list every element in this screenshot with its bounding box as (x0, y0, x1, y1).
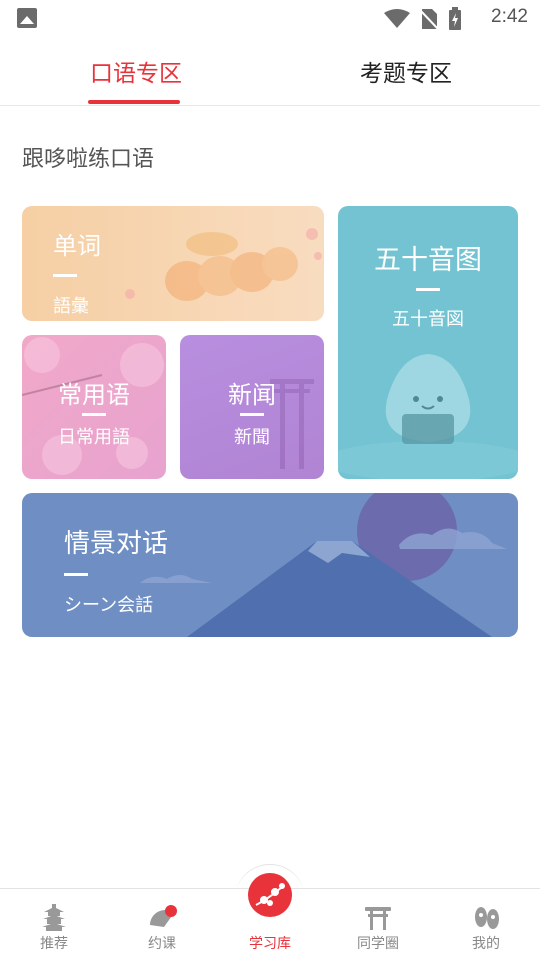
news-divider (240, 413, 264, 416)
news-card[interactable]: 新闻 新聞 (180, 335, 324, 479)
nav-label-mine: 我的 (472, 936, 500, 952)
status-icons (384, 7, 462, 31)
news-title: 新闻 (228, 381, 276, 409)
dialog-divider (64, 573, 88, 576)
nav-label-booking: 约课 (148, 936, 176, 952)
wifi-icon (384, 9, 410, 28)
nav-label-recommend: 推荐 (40, 936, 68, 952)
words-card[interactable]: 单词 語彙 (22, 206, 324, 321)
nav-label-classmates: 同学圈 (357, 936, 399, 952)
words-title: 单词 (53, 232, 101, 260)
nav-item-recommend[interactable]: 推荐 (0, 889, 108, 960)
words-divider (53, 274, 77, 277)
nav-item-booking[interactable]: 约课 (108, 889, 216, 960)
section-title: 跟哆啦练口语 (22, 147, 155, 172)
dialog-title: 情景对话 (64, 529, 169, 559)
battery-charging-icon (449, 7, 461, 30)
geta-icon (475, 907, 499, 929)
nav-item-mine[interactable]: 我的 (432, 889, 540, 960)
nav-item-classmates[interactable]: 同学圈 (324, 889, 432, 960)
library-center-button[interactable] (248, 873, 292, 917)
fan-icon (150, 905, 177, 927)
tab-speaking[interactable]: 口语专区 (90, 54, 182, 88)
gojuon-subtitle: 五十音図 (392, 309, 464, 330)
no-sim-icon (420, 9, 438, 30)
dialog-subtitle: シーン会話 (64, 595, 154, 616)
gojuon-card[interactable]: 五十音图 五十音図 (338, 206, 518, 479)
phrases-subtitle: 日常用語 (58, 427, 130, 448)
words-subtitle: 語彙 (53, 296, 89, 317)
active-tab-indicator (88, 100, 180, 104)
phrases-title: 常用语 (58, 381, 130, 409)
tab-exam[interactable]: 考题专区 (360, 54, 452, 88)
phrases-card[interactable]: 常用语 日常用語 (22, 335, 166, 479)
pagoda-icon (42, 904, 66, 931)
nav-label-library: 学习库 (249, 936, 291, 952)
news-subtitle: 新聞 (234, 427, 270, 448)
sakura-branch-icon (255, 883, 285, 906)
gojuon-divider (416, 288, 440, 291)
gojuon-title: 五十音图 (374, 245, 482, 276)
clock: 2:42 (491, 6, 528, 27)
dialog-card[interactable]: 情景对话 シーン会話 (22, 493, 518, 637)
gallery-notification-icon (17, 8, 37, 28)
torii-icon (365, 907, 391, 930)
top-tabs: 口语专区 考题专区 (0, 36, 540, 106)
phrases-divider (82, 413, 106, 416)
status-bar: 2:42 (0, 0, 540, 36)
